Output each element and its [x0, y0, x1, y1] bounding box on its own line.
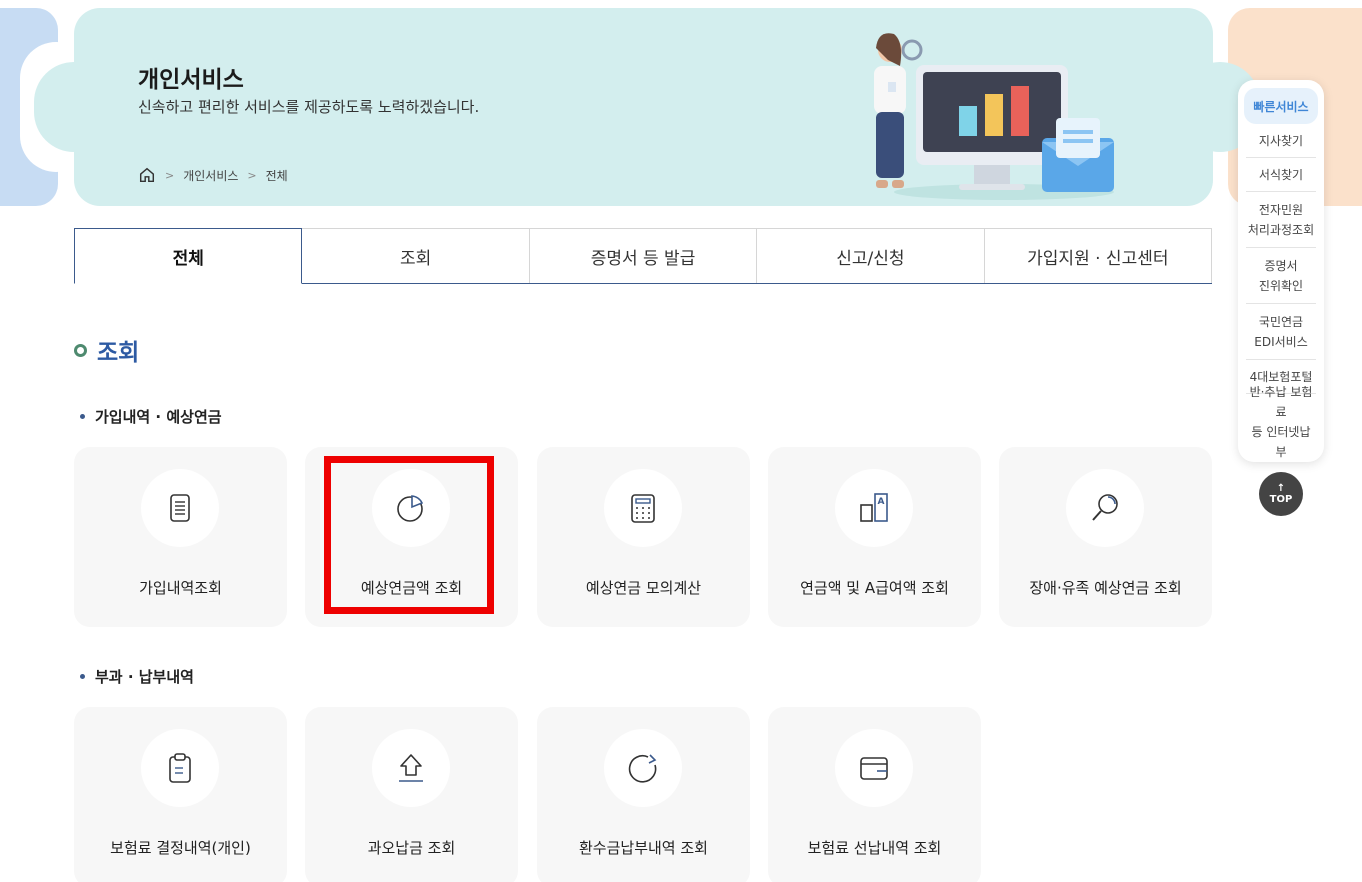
card-icon-circle	[1066, 469, 1144, 547]
breadcrumb-item[interactable]: 개인서비스	[183, 167, 238, 184]
bullet-icon	[80, 414, 85, 419]
magnifier-icon	[1092, 494, 1118, 521]
card-icon-circle	[141, 469, 219, 547]
card-label: 가입내역조회	[139, 579, 222, 597]
breadcrumb: > 개인서비스 > 전체	[138, 166, 288, 184]
section-title-text: 조회	[97, 340, 140, 366]
top-label: TOP	[1269, 494, 1293, 505]
quick-service-menu: 빠른서비스 지사찾기 서식찾기 전자민원 처리과정조회 증명서 진위확인 국민연…	[1238, 80, 1324, 462]
compare-icon: A	[860, 493, 888, 522]
card-icon-circle	[604, 469, 682, 547]
card-icon-circle: A	[835, 469, 913, 547]
quick-menu-title: 빠른서비스	[1244, 88, 1318, 124]
quick-item-certificate-verify[interactable]: 증명서 진위확인	[1246, 248, 1316, 304]
service-card-prepayment[interactable]: 보험료 선납내역 조회	[768, 707, 981, 882]
service-card-refund-payment[interactable]: 환수금납부내역 조회	[537, 707, 750, 882]
service-card-pension-simulation[interactable]: 예상연금 모의계산	[537, 447, 750, 627]
quick-item-label: 전자민원	[1258, 202, 1304, 217]
card-icon-circle	[372, 729, 450, 807]
breadcrumb-item-current[interactable]: 전체	[266, 167, 288, 184]
svg-text:A: A	[878, 497, 885, 507]
highlight-box	[324, 456, 494, 614]
card-label: 환수금납부내역 조회	[579, 839, 708, 857]
banner-illustration	[874, 33, 1114, 200]
quick-item-e-petition[interactable]: 전자민원 처리과정조회	[1246, 192, 1316, 248]
tab-certificates[interactable]: 증명서 등 발급	[529, 228, 758, 283]
calculator-icon	[631, 494, 655, 523]
breadcrumb-separator: >	[165, 168, 175, 182]
card-icon-circle	[141, 729, 219, 807]
tab-all[interactable]: 전체	[74, 228, 303, 284]
quick-item-internet-payment[interactable]: 반·추납 보험료 등 인터넷납부	[1246, 385, 1316, 459]
page-title: 개인서비스	[138, 67, 244, 93]
quick-item-label-2: 처리과정조회	[1247, 222, 1315, 237]
card-label: 연금액 및 A급여액 조회	[800, 579, 949, 597]
home-icon[interactable]	[138, 166, 156, 184]
refresh-icon	[628, 754, 657, 783]
category-tabs: 전체 조회 증명서 등 발급 신고/신청 가입지원 · 신고센터	[74, 228, 1213, 284]
quick-item-branch-finder[interactable]: 지사찾기	[1246, 124, 1316, 158]
page-banner: 개인서비스 신속하고 편리한 서비스를 제공하도록 노력하겠습니다. > 개인서…	[74, 8, 1213, 206]
quick-item-label-2: 진위확인	[1258, 278, 1304, 293]
quick-item-label: 국민연금	[1258, 314, 1304, 329]
card-label: 예상연금 모의계산	[585, 579, 702, 597]
service-card-pension-a-benefit[interactable]: A 연금액 및 A급여액 조회	[768, 447, 981, 627]
upload-icon	[399, 754, 423, 782]
section-title: 조회	[74, 333, 139, 367]
quick-item-label: 반·추납 보험료	[1249, 385, 1313, 419]
quick-item-edi-service[interactable]: 국민연금 EDI서비스	[1246, 304, 1316, 360]
card-label: 장애·유족 예상연금 조회	[1029, 579, 1182, 597]
tab-enrollment-support[interactable]: 가입지원 · 신고센터	[984, 228, 1213, 283]
page-subtitle: 신속하고 편리한 서비스를 제공하도록 노력하겠습니다.	[138, 98, 480, 116]
quick-item-label: 지사찾기	[1258, 133, 1304, 148]
group-heading-text: 가입내역 · 예상연금	[95, 408, 222, 426]
ring-bullet-icon	[74, 343, 87, 357]
arrow-up-icon: ↑	[1276, 483, 1286, 494]
service-card-disability-survivor[interactable]: 장애·유족 예상연금 조회	[999, 447, 1212, 627]
card-label: 과오납금 조회	[367, 839, 456, 857]
document-icon	[170, 494, 190, 522]
quick-item-form-finder[interactable]: 서식찾기	[1246, 158, 1316, 192]
tab-inquiry[interactable]: 조회	[302, 228, 530, 283]
group-heading: 부과 · 납부내역	[80, 666, 194, 687]
group-heading: 가입내역 · 예상연금	[80, 406, 222, 427]
clipboard-icon	[169, 753, 191, 783]
service-card-premium-decision[interactable]: 보험료 결정내역(개인)	[74, 707, 287, 882]
tab-report-apply[interactable]: 신고/신청	[757, 228, 985, 283]
quick-item-label-2: 등 인터넷납부	[1251, 425, 1311, 459]
card-icon-circle	[835, 729, 913, 807]
quick-item-label: 증명서	[1264, 258, 1298, 273]
card-icon-circle	[604, 729, 682, 807]
quick-item-label-2: EDI서비스	[1254, 334, 1308, 349]
card-label: 보험료 결정내역(개인)	[110, 839, 251, 857]
service-card-enrollment-history[interactable]: 가입내역조회	[74, 447, 287, 627]
quick-item-label: 서식찾기	[1258, 167, 1304, 182]
service-card-overpayment[interactable]: 과오납금 조회	[305, 707, 518, 882]
breadcrumb-separator: >	[247, 168, 257, 182]
scroll-top-button[interactable]: ↑ TOP	[1259, 472, 1303, 516]
card-label: 보험료 선납내역 조회	[807, 839, 942, 857]
group-heading-text: 부과 · 납부내역	[95, 668, 194, 686]
bullet-icon	[80, 674, 85, 679]
wallet-icon	[860, 757, 888, 780]
